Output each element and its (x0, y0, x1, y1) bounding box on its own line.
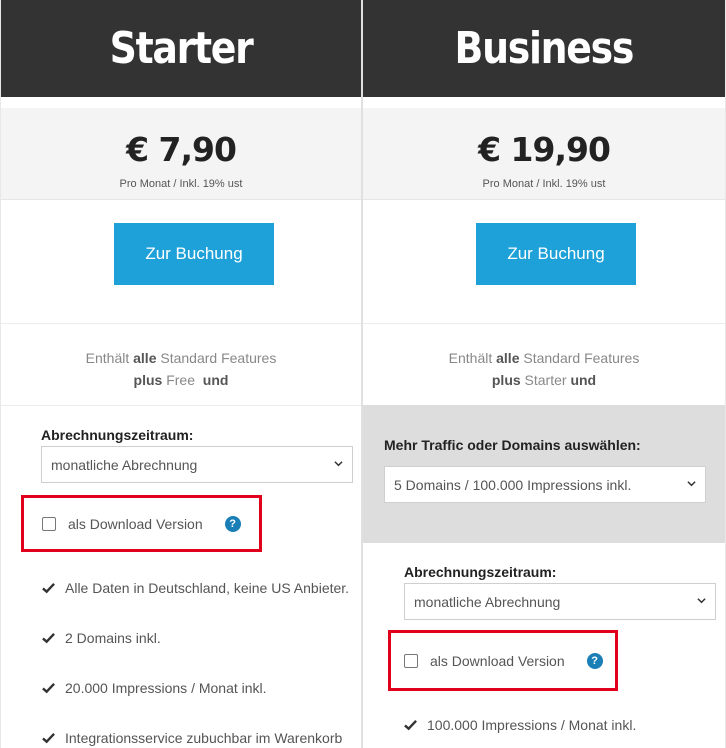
price-note: Pro Monat / Inkl. 19% ust (482, 178, 606, 190)
download-option[interactable]: als Download Version ? (404, 653, 603, 669)
question-circle-icon[interactable]: ? (224, 516, 241, 532)
book-button[interactable]: Zur Buchung (476, 223, 636, 285)
check-icon (42, 582, 55, 594)
traffic-select[interactable]: 5 Domains / 100.000 Impressions inkl. (384, 466, 706, 503)
billing-label: Abrechnungszeitraum: (404, 564, 557, 580)
plan-header: Business (363, 0, 725, 97)
divider (1, 405, 361, 406)
features-intro-line1: Enthält alle Standard Features (85, 350, 277, 366)
download-checkbox[interactable] (42, 517, 56, 531)
download-option[interactable]: als Download Version ? (42, 516, 241, 532)
divider (363, 323, 725, 324)
feature-item: 2 Domains inkl. (42, 630, 161, 646)
plan-price: € 7,90 (126, 130, 237, 169)
feature-item: Integrationsservice zubuchbar im Warenko… (42, 730, 342, 746)
traffic-select-value: 5 Domains / 100.000 Impressions inkl. (394, 476, 632, 493)
billing-select-value: monatliche Abrechnung (51, 456, 198, 473)
features-intro-line1: Enthält alle Standard Features (448, 350, 640, 366)
download-label: als Download Version (68, 516, 203, 532)
check-icon (42, 632, 55, 644)
chevron-down-icon (697, 598, 706, 604)
check-icon (42, 682, 55, 694)
download-checkbox[interactable] (404, 654, 418, 668)
question-circle-icon[interactable]: ? (586, 653, 603, 669)
download-label: als Download Version (430, 653, 565, 669)
plan-card-starter: Starter € 7,90 Pro Monat / Inkl. 19% ust… (0, 0, 362, 748)
billing-label: Abrechnungszeitraum: (41, 427, 194, 443)
feature-item: Alle Daten in Deutschland, keine US Anbi… (42, 580, 349, 596)
price-box: € 19,90 Pro Monat / Inkl. 19% ust (363, 108, 725, 200)
features-intro-line2: plus Free und (133, 372, 229, 388)
billing-select-value: monatliche Abrechnung (414, 593, 561, 610)
chevron-down-icon (334, 461, 343, 467)
check-icon (404, 719, 417, 731)
book-button[interactable]: Zur Buchung (114, 223, 274, 285)
billing-select[interactable]: monatliche Abrechnung (404, 583, 716, 620)
divider (1, 323, 361, 324)
chevron-down-icon (687, 481, 696, 487)
features-intro-line2: plus Starter und (491, 372, 597, 388)
check-icon (42, 732, 55, 744)
traffic-label: Mehr Traffic oder Domains auswählen: (384, 437, 641, 453)
billing-select[interactable]: monatliche Abrechnung (41, 446, 353, 483)
plan-title: Starter (109, 23, 254, 74)
plan-card-business: Business € 19,90 Pro Monat / Inkl. 19% u… (362, 0, 726, 748)
feature-item: 20.000 Impressions / Monat inkl. (42, 680, 267, 696)
plan-title: Business (454, 23, 635, 74)
price-box: € 7,90 Pro Monat / Inkl. 19% ust (1, 108, 361, 200)
traffic-options-panel: Mehr Traffic oder Domains auswählen: 5 D… (363, 405, 725, 543)
feature-item: 100.000 Impressions / Monat inkl. (404, 717, 636, 733)
plan-header: Starter (1, 0, 361, 97)
plan-price: € 19,90 (478, 130, 611, 169)
price-note: Pro Monat / Inkl. 19% ust (119, 178, 243, 190)
